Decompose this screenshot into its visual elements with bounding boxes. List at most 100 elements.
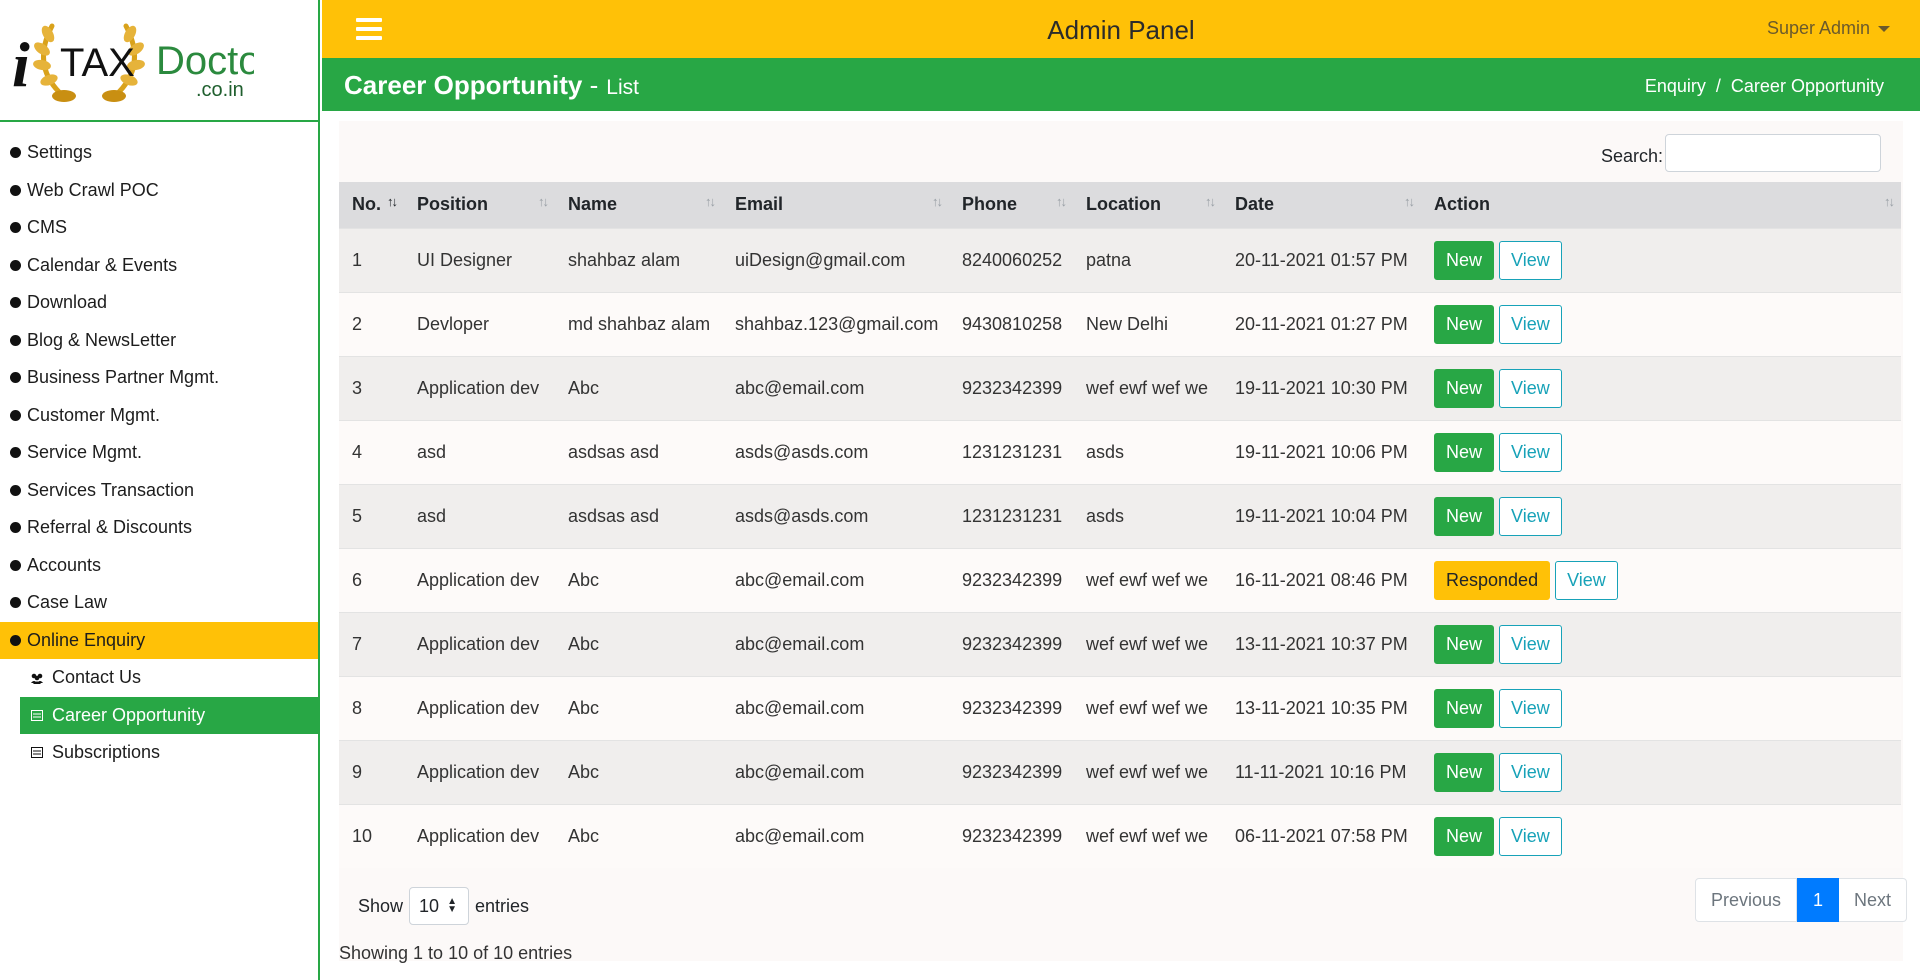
cell-action: New View [1421,612,1901,676]
sidebar-item-calendar-events[interactable]: Calendar & Events [0,247,318,285]
col-action[interactable]: Action ↑↓ [1421,182,1901,228]
status-button[interactable]: New [1434,624,1495,664]
sidebar-item-cms[interactable]: CMS [0,209,318,247]
cell-action: New View [1421,356,1901,420]
col-name[interactable]: Name ↑↓ [555,182,722,228]
cell-name: md shahbaz alam [568,313,711,334]
cell-phone: 8240060252 [962,249,1063,270]
sidebar-item-settings[interactable]: Settings [0,134,318,172]
table-row: 5 asd asdsas asd asds@asds.com 1231231231 asd… [339,484,1901,548]
cell-name: Abc [568,697,600,718]
cell-phone: 9232342399 [962,697,1063,718]
cell-position: asd [417,505,447,526]
sidebar-item-customer-mgmt[interactable]: Customer Mgmt. [0,397,318,435]
table-row: 4 asd asdsas asd asds@asds.com 1231231231 asd… [339,420,1901,484]
view-button[interactable]: View [1499,752,1562,792]
cell-date: 19-11-2021 10:04 PM [1235,505,1408,526]
cell-location: wef ewf wef we [1086,761,1209,782]
breadcrumb-enquiry[interactable]: Enquiry [1645,76,1706,96]
bullet-icon [10,259,21,271]
cell-name: asdsas asd [568,505,660,526]
table-row: 7 Application dev Abc abc@email.com 92323423… [339,612,1901,676]
user-menu[interactable]: Super Admin [1767,18,1890,39]
page-1-button[interactable]: 1 [1797,878,1840,922]
cell-email: asds@asds.com [735,441,869,462]
status-button[interactable]: Responded [1434,560,1551,600]
breadcrumb: Enquiry / Career Opportunity [1644,76,1884,96]
view-button[interactable]: View [1499,432,1562,472]
sidebar-item-business-partner[interactable]: Business Partner Mgmt. [0,359,318,397]
sidebar: i TAX Doctor .co.in Settings Web Crawl P… [0,0,320,980]
caret-down-icon [1878,26,1890,33]
col-no[interactable]: No. ↑↓ [339,182,404,228]
sidebar-item-case-law[interactable]: Case Law [0,584,318,622]
sidebar-subitem-contact-us[interactable]: Contact Us [20,659,318,697]
view-button[interactable]: View [1499,304,1562,344]
cell-position: asd [417,441,447,462]
next-button[interactable]: Next [1839,878,1908,922]
sidebar-item-accounts[interactable]: Accounts [0,547,318,585]
table-row: 3 Application dev Abc abc@email.com 92323423… [339,356,1901,420]
view-button[interactable]: View [1499,688,1562,728]
cell-date: 13-11-2021 10:37 PM [1235,633,1408,654]
view-button[interactable]: View [1499,368,1562,408]
view-button[interactable]: View [1499,624,1562,664]
page-length-select[interactable]: 10 ▲ ▼ [409,887,470,925]
bullet-icon [10,409,21,421]
cell-location: wef ewf wef we [1086,697,1209,718]
sidebar-nav: Settings Web Crawl POC CMS Calendar & Ev… [0,134,318,772]
status-button[interactable]: New [1434,432,1495,472]
search-label: Search: [1601,146,1664,166]
svg-text:i: i [12,29,30,100]
col-position[interactable]: Position ↑↓ [404,182,555,228]
col-location[interactable]: Location ↑↓ [1073,182,1222,228]
status-button[interactable]: New [1434,304,1495,344]
cell-action: New View [1421,740,1901,804]
cell-location: asds [1086,441,1125,462]
cell-position: Devloper [417,313,490,334]
page-subtitle: List [606,76,639,99]
sidebar-subitem-career-opportunity[interactable]: Career Opportunity [20,696,318,734]
cell-phone: 9232342399 [962,569,1063,590]
status-button[interactable]: New [1434,240,1495,280]
status-button[interactable]: New [1434,816,1495,856]
col-phone[interactable]: Phone ↑↓ [949,182,1073,228]
view-button[interactable]: View [1499,240,1562,280]
sidebar-item-online-enquiry[interactable]: Online Enquiry [0,621,318,659]
sidebar-item-service-mgmt[interactable]: Service Mgmt. [0,434,318,472]
cell-email: uiDesign@gmail.com [735,249,906,270]
col-email[interactable]: Email ↑↓ [722,182,949,228]
cell-name: Abc [568,377,600,398]
breadcrumb-current: Career Opportunity [1730,76,1884,96]
cell-action: New View [1421,484,1901,548]
sidebar-subitem-subscriptions[interactable]: Subscriptions [20,734,318,772]
sidebar-item-download[interactable]: Download [0,284,318,322]
status-button[interactable]: New [1434,368,1495,408]
cell-location: wef ewf wef we [1086,569,1209,590]
cell-name: Abc [568,761,600,782]
view-button[interactable]: View [1499,816,1562,856]
svg-text:TAX: TAX [60,41,135,85]
cell-name: Abc [568,825,600,846]
cell-name: Abc [568,633,600,654]
previous-button[interactable]: Previous [1695,878,1798,922]
col-date[interactable]: Date ↑↓ [1222,182,1421,228]
top-bar: Admin Panel Super Admin [322,0,1920,58]
sidebar-item-referral-discounts[interactable]: Referral & Discounts [0,509,318,547]
cell-phone: 9232342399 [962,633,1063,654]
sidebar-item-blog-newsletter[interactable]: Blog & NewsLetter [0,322,318,360]
cell-email: shahbaz.123@gmail.com [735,313,939,334]
search-input[interactable] [1665,134,1881,172]
sidebar-item-services-transaction[interactable]: Services Transaction [0,472,318,510]
list-icon [30,746,44,760]
status-button[interactable]: New [1434,688,1495,728]
bullet-icon [10,522,21,534]
sidebar-item-web-crawl-poc[interactable]: Web Crawl POC [0,172,318,210]
status-button[interactable]: New [1434,496,1495,536]
bullet-icon [10,372,21,384]
view-button[interactable]: View [1499,496,1562,536]
view-button[interactable]: View [1555,560,1618,600]
table-row: 8 Application dev Abc abc@email.com 92323423… [339,676,1901,740]
status-button[interactable]: New [1434,752,1495,792]
logo[interactable]: i TAX Doctor .co.in [0,0,318,122]
